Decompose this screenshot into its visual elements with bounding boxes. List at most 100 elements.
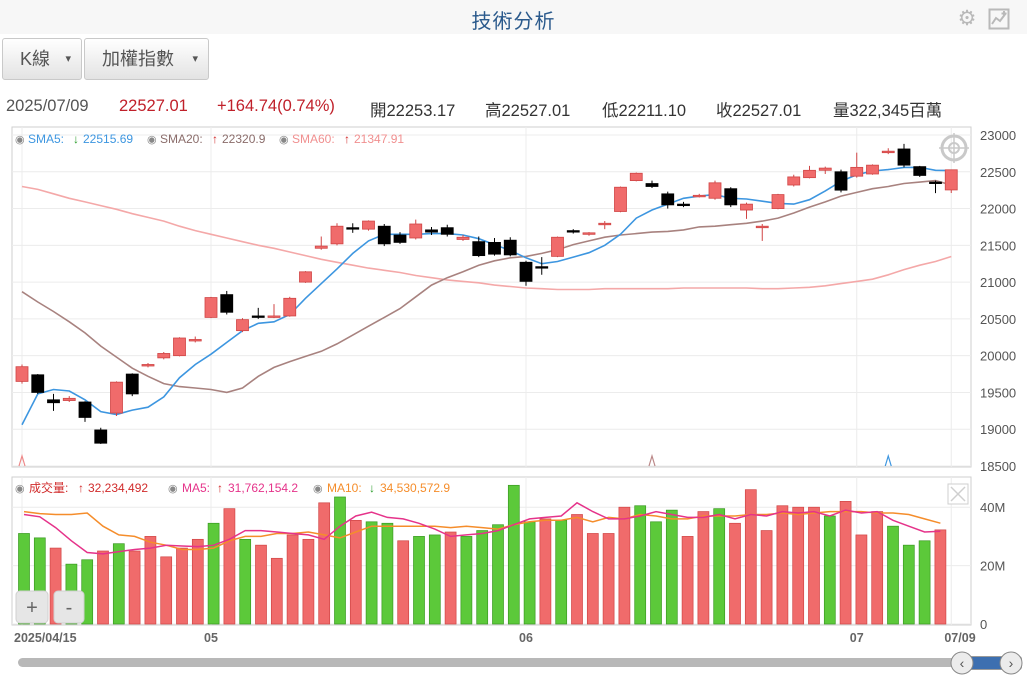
volume-bar — [318, 502, 331, 625]
zoom-out-label: - — [66, 597, 73, 619]
price-tick-label: 21000 — [980, 275, 1016, 290]
price-tick-label: 21500 — [980, 238, 1016, 253]
sma5-arrow: ↓ — [73, 132, 79, 146]
candle-body — [944, 169, 958, 191]
index-dropdown[interactable]: 加權指數 ▾ — [84, 38, 209, 80]
volume-bar — [665, 509, 678, 625]
chart-icon-svg — [988, 8, 1010, 30]
volume-bar — [918, 540, 931, 625]
candle-body — [661, 193, 675, 206]
page-title: 技術分析 — [471, 11, 556, 33]
volume-bar — [365, 521, 378, 625]
eye-icon[interactable]: ◉ — [147, 134, 157, 146]
eye-icon[interactable]: ◉ — [313, 483, 323, 495]
candle-body — [283, 297, 297, 317]
volume-bar — [239, 538, 252, 625]
volume-bar — [270, 557, 283, 625]
candle-body — [125, 373, 139, 395]
candle-body — [157, 353, 171, 359]
price-tick-label: 22500 — [980, 165, 1016, 180]
candle-body — [141, 364, 155, 367]
volume-bar — [176, 547, 188, 625]
zoom-out-button[interactable]: - — [53, 590, 85, 624]
volume-bar — [808, 506, 820, 625]
chart-type-dropdown[interactable]: K線 ▾ — [2, 38, 82, 80]
gear-icon[interactable]: ⚙ — [956, 8, 978, 30]
volume-bar — [697, 511, 710, 625]
candle-body — [15, 366, 29, 382]
close-icon[interactable] — [947, 483, 969, 505]
volume-bar — [871, 511, 884, 625]
volume-bar — [744, 489, 757, 625]
candle-body — [346, 227, 360, 230]
volume-bar — [555, 519, 568, 625]
candle-body — [535, 266, 549, 269]
candle-body — [503, 239, 517, 256]
volume-bar — [507, 484, 520, 625]
volume-bar — [191, 538, 204, 625]
sma60-label: SMA60: — [292, 132, 335, 146]
volume-bar — [539, 518, 552, 625]
candle-body — [236, 319, 249, 332]
volume-bar — [681, 536, 694, 625]
time-axis-label: 07/09 — [944, 631, 975, 645]
chart-icon[interactable] — [988, 8, 1010, 30]
time-axis-label: 2025/04/15 — [14, 631, 77, 645]
volume-bar — [334, 496, 346, 625]
candle-body — [110, 381, 123, 414]
candle-body — [173, 337, 186, 357]
volume-bar — [207, 522, 220, 625]
info-open: 開22253.17 — [370, 102, 456, 120]
volume-arrow: ↑ — [78, 481, 84, 495]
scrollbar[interactable]: ‹ › — [18, 651, 1023, 675]
volume-bar — [823, 515, 836, 625]
volume-bar — [586, 533, 599, 625]
time-axis-label: 06 — [519, 631, 533, 645]
volume-bar — [492, 524, 504, 625]
sma20-value: 22320.9 — [222, 132, 266, 146]
volume-bar — [729, 522, 741, 625]
stock-chart[interactable]: 23000 22500 22000 21500 21000 20500 20000 19500… — [0, 126, 1027, 676]
eye-icon[interactable]: ◉ — [279, 134, 289, 146]
sma5-label: SMA5: — [28, 132, 64, 146]
eye-icon[interactable]: ◉ — [168, 483, 178, 495]
eye-icon[interactable]: ◉ — [15, 483, 25, 495]
volume-tick-label: 40M — [980, 500, 1005, 515]
volume-bar — [112, 543, 125, 625]
ma5-arrow: ↑ — [217, 481, 223, 495]
volume-legend: ◉ 成交量: ↑ 32,234,492 ◉ MA5: ↑ 31,762,154.… — [15, 480, 450, 495]
sma5-value: 22515.69 — [83, 132, 133, 146]
volume-label: 成交量: — [29, 480, 68, 495]
volume-bar — [760, 530, 773, 625]
price-tick-label: 20500 — [980, 312, 1016, 327]
volume-bar — [286, 534, 299, 625]
candle-body — [834, 171, 848, 191]
candle-body — [456, 236, 470, 240]
zoom-in-button[interactable]: + — [15, 590, 49, 624]
candle-body — [645, 183, 659, 187]
candle-body — [314, 245, 328, 249]
candle-body — [94, 429, 108, 444]
price-tick-label: 20000 — [980, 349, 1016, 364]
volume-bar — [523, 521, 536, 625]
volume-bar — [460, 536, 473, 625]
volume-bar — [618, 506, 631, 625]
price-tick-label: 19500 — [980, 385, 1016, 400]
candle-body — [582, 232, 596, 235]
eye-icon[interactable]: ◉ — [15, 134, 25, 146]
header-bar: 技術分析 ⚙ — [0, 0, 1027, 34]
candle-body — [31, 374, 45, 393]
candle-body — [755, 225, 769, 229]
price-panel — [11, 126, 972, 468]
candle-body — [78, 401, 92, 418]
info-change: +164.74(0.74%) — [217, 97, 335, 115]
candle-body — [267, 315, 281, 318]
price-tick-label: 22000 — [980, 202, 1016, 217]
volume-bar — [444, 531, 457, 625]
candle-body — [929, 181, 942, 184]
candle-body — [771, 194, 785, 209]
time-axis-label: 05 — [204, 631, 218, 645]
volume-bar — [476, 530, 489, 625]
volume-bar — [792, 506, 805, 625]
candle-body — [850, 166, 864, 177]
